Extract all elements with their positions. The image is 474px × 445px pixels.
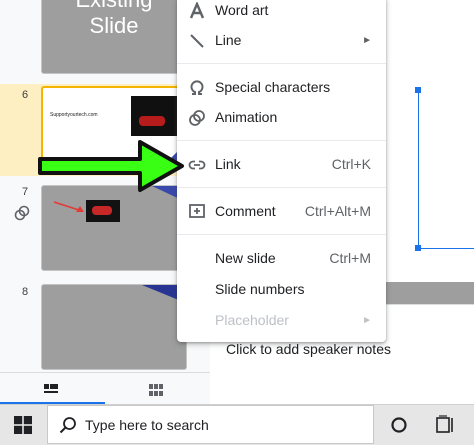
menu-item-line[interactable]: Line ► (177, 26, 386, 56)
task-view-icon[interactable] (435, 415, 455, 435)
menu-item-label: Animation (215, 109, 278, 125)
windows-start-icon[interactable] (14, 416, 32, 434)
menu-item-label: Slide numbers (215, 281, 305, 297)
speaker-notes-placeholder: Click to add speaker notes (226, 341, 391, 357)
menu-separator (177, 234, 386, 235)
selection-handle[interactable] (415, 245, 421, 251)
slide-number: 7 (22, 186, 29, 198)
word-art-icon (188, 0, 206, 20)
selection-border (418, 248, 474, 249)
submenu-arrow-icon: ► (362, 315, 372, 326)
submenu-arrow-icon: ► (362, 35, 372, 46)
link-icon (188, 156, 206, 174)
slide-thumbnail-existing[interactable]: Existing Slide (41, 0, 187, 74)
selection-border (418, 90, 419, 248)
menu-item-label: Link (215, 156, 241, 172)
menu-separator (177, 63, 386, 64)
omega-icon (188, 79, 206, 97)
menu-item-label: New slide (215, 250, 276, 266)
slide-number: 8 (22, 286, 29, 298)
shortcut-text: Ctrl+K (331, 156, 371, 172)
cortana-icon[interactable] (389, 415, 409, 435)
menu-separator (177, 187, 386, 188)
slide-thumbnail-8[interactable] (41, 284, 187, 370)
menu-item-special-characters[interactable]: Special characters (177, 73, 386, 103)
menu-item-label: Special characters (215, 79, 331, 95)
slide-image (86, 200, 120, 222)
line-icon (188, 32, 206, 50)
menu-item-label: Line (215, 32, 242, 48)
list-view-toggle[interactable] (0, 372, 105, 405)
green-arrow-annotation (38, 140, 184, 192)
menu-item-link[interactable]: Link Ctrl+K (177, 150, 386, 180)
slide-title-text: Existing Slide (75, 0, 152, 38)
menu-item-slide-numbers[interactable]: Slide numbers (177, 275, 386, 305)
slide-url-text: Supportyourtech.com (50, 112, 98, 118)
menu-item-label: Comment (215, 203, 276, 219)
menu-item-new-slide[interactable]: New slide Ctrl+M (177, 244, 386, 274)
menu-item-animation[interactable]: Animation (177, 103, 386, 133)
menu-separator (177, 140, 386, 141)
list-view-icon (44, 383, 58, 395)
grid-view-icon (149, 383, 163, 396)
comment-icon (188, 203, 206, 221)
insert-context-menu: Word art Line ► Special characters Anima… (177, 0, 386, 342)
menu-item-label: Placeholder (215, 312, 289, 328)
animation-icon (14, 205, 30, 221)
menu-item-placeholder: Placeholder ► (177, 306, 386, 336)
red-arrow-icon (53, 201, 84, 212)
shortcut-text: Ctrl+M (329, 250, 371, 266)
grid-view-toggle[interactable] (105, 372, 210, 405)
slide-thumbnail-7[interactable] (41, 185, 187, 271)
menu-item-word-art[interactable]: Word art (177, 0, 386, 26)
menu-item-comment[interactable]: Comment Ctrl+Alt+M (177, 197, 386, 227)
search-placeholder: Type here to search (85, 417, 209, 433)
shortcut-text: Ctrl+Alt+M (304, 203, 371, 219)
menu-item-label: Word art (215, 2, 269, 18)
taskbar-search-box[interactable]: Type here to search (47, 405, 374, 444)
selection-handle[interactable] (415, 87, 421, 93)
animation-icon (188, 109, 206, 127)
slide-number: 6 (22, 89, 29, 101)
search-icon (59, 416, 77, 434)
